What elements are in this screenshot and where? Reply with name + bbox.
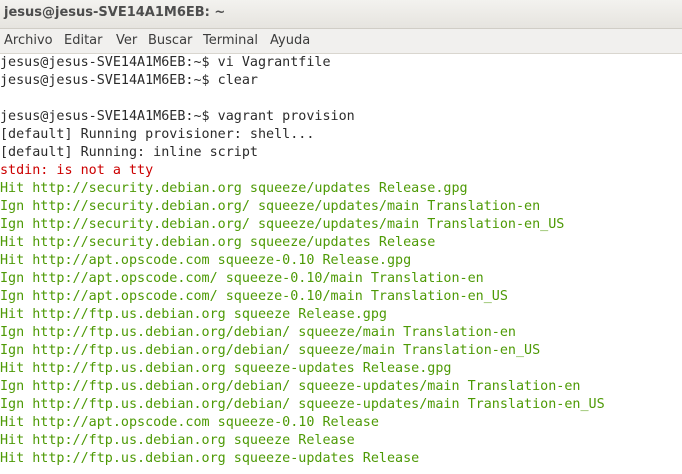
terminal-line: Ign http://ftp.us.debian.org/debian/ squ…	[0, 397, 605, 412]
menu-terminal[interactable]: Terminal	[203, 33, 258, 48]
terminal-line: jesus@jesus-SVE14A1M6EB:~$ vi Vagrantfil…	[0, 55, 331, 70]
terminal-line: Ign http://security.debian.org/ squeeze/…	[0, 199, 541, 214]
terminal-output[interactable]: jesus@jesus-SVE14A1M6EB:~$ vi Vagrantfil…	[0, 54, 682, 474]
terminal-line: Hit http://ftp.us.debian.org squeeze-upd…	[0, 451, 420, 466]
title-bar[interactable]: jesus@jesus-SVE14A1M6EB: ~	[0, 0, 682, 29]
menu-buscar[interactable]: Buscar	[148, 33, 192, 48]
terminal-line: [default] Running provisioner: shell...	[0, 127, 315, 142]
menu-editar[interactable]: Editar	[64, 33, 103, 48]
terminal-line: Hit http://apt.opscode.com squeeze-0.10 …	[0, 253, 412, 268]
menu-ver[interactable]: Ver	[116, 33, 137, 48]
terminal-line: Ign http://apt.opscode.com/ squeeze-0.10…	[0, 271, 484, 286]
terminal-line: Hit http://apt.opscode.com squeeze-0.10 …	[0, 415, 379, 430]
terminal-line: Ign http://apt.opscode.com/ squeeze-0.10…	[0, 289, 508, 304]
terminal-line: Hit http://ftp.us.debian.org squeeze Rel…	[0, 307, 387, 322]
terminal-window: jesus@jesus-SVE14A1M6EB: ~ Archivo Edita…	[0, 0, 682, 474]
terminal-line: jesus@jesus-SVE14A1M6EB:~$ clear	[0, 73, 258, 88]
terminal-line: Hit http://ftp.us.debian.org squeeze-upd…	[0, 361, 452, 376]
menu-bar: Archivo Editar Ver Buscar Terminal Ayuda	[0, 29, 682, 54]
terminal-line: Hit http://security.debian.org squeeze/u…	[0, 235, 436, 250]
terminal-line: Ign http://security.debian.org/ squeeze/…	[0, 217, 565, 232]
terminal-line: Ign http://ftp.us.debian.org/debian/ squ…	[0, 343, 541, 358]
terminal-line: Ign http://ftp.us.debian.org/debian/ squ…	[0, 325, 516, 340]
terminal-line: [default] Running: inline script	[0, 145, 258, 160]
menu-ayuda[interactable]: Ayuda	[270, 33, 310, 48]
terminal-line: Hit http://security.debian.org squeeze/u…	[0, 181, 468, 196]
terminal-line: stdin: is not a tty	[0, 163, 154, 178]
terminal-line: Hit http://ftp.us.debian.org squeeze Rel…	[0, 433, 355, 448]
terminal-line: Ign http://ftp.us.debian.org/debian/ squ…	[0, 379, 581, 394]
menu-archivo[interactable]: Archivo	[4, 33, 53, 48]
terminal-line: jesus@jesus-SVE14A1M6EB:~$ vagrant provi…	[0, 109, 355, 124]
window-title: jesus@jesus-SVE14A1M6EB: ~	[4, 5, 226, 20]
